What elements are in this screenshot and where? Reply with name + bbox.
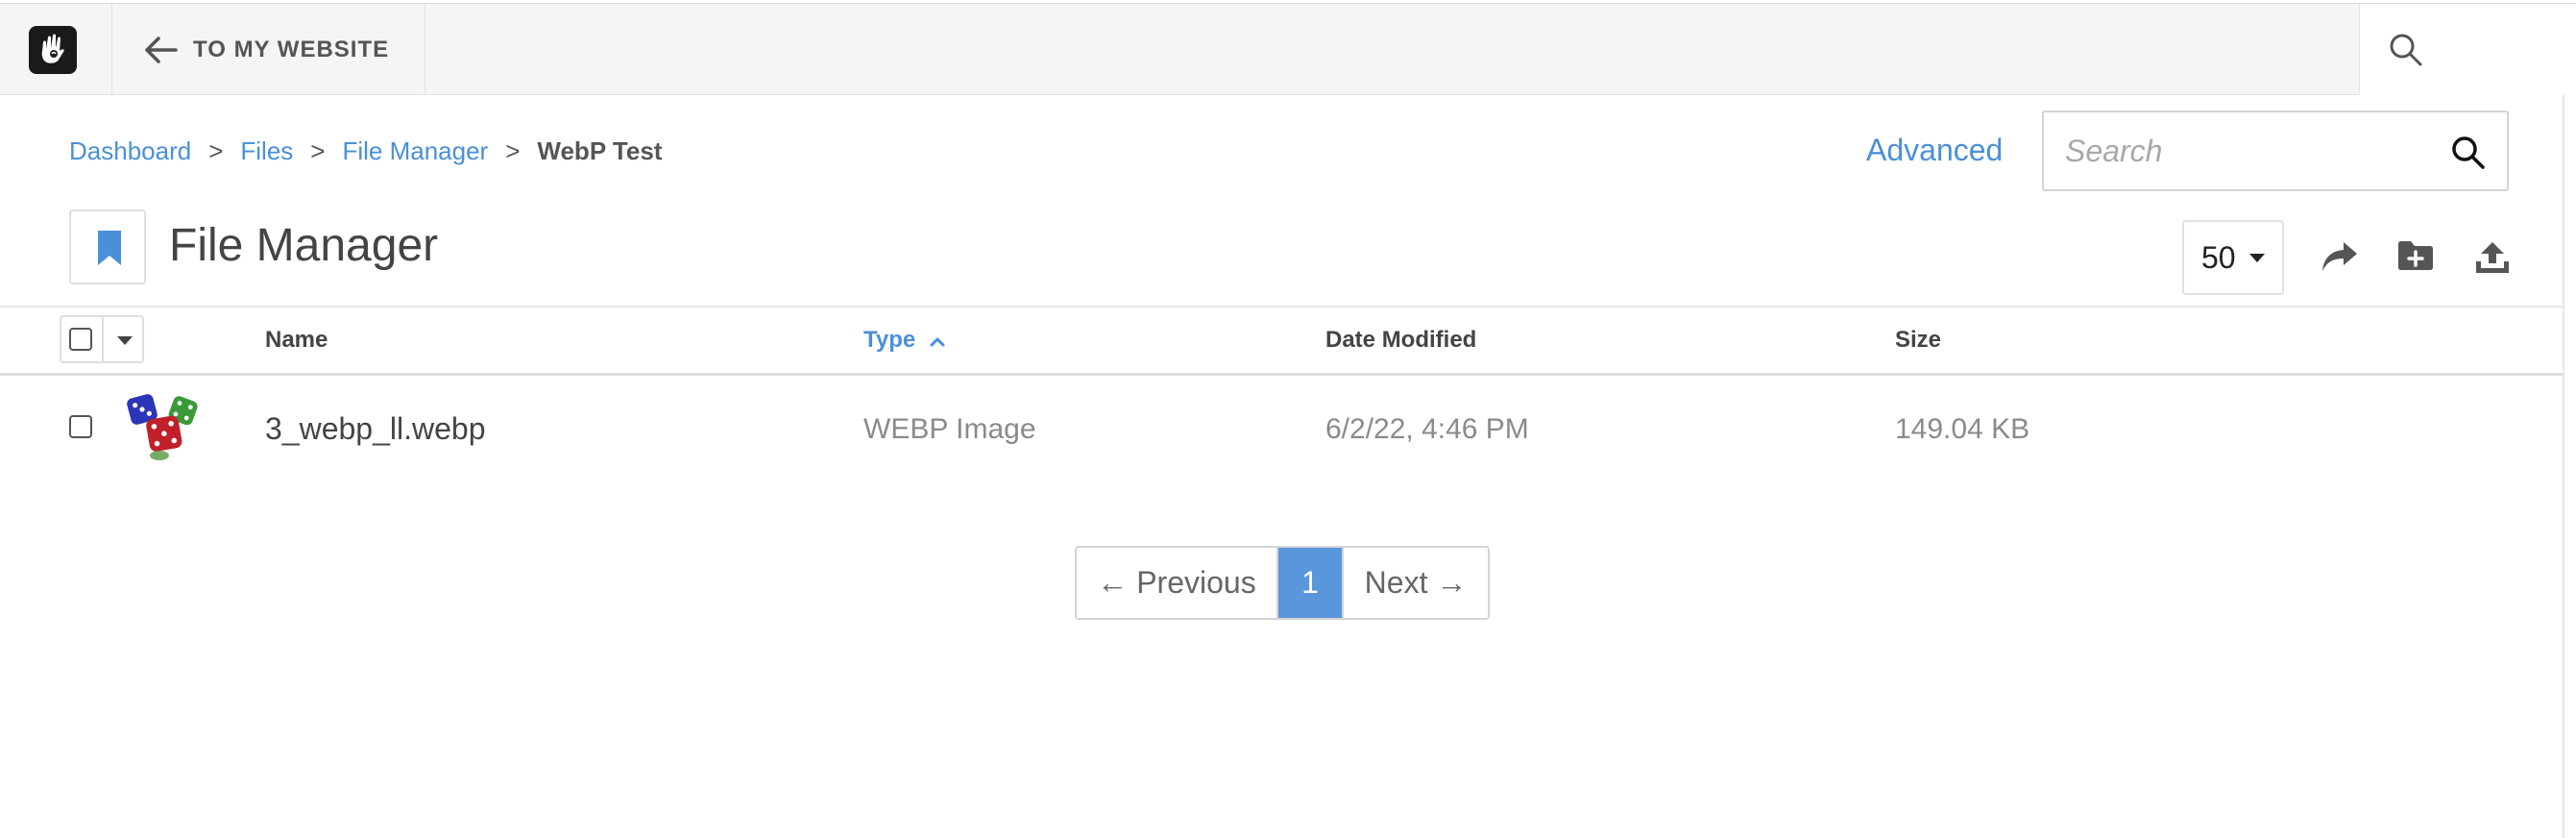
scrollbar-track[interactable] [2563,95,2564,838]
top-toolbar: TO MY WEBSITE [0,3,2576,95]
back-to-website-label: TO MY WEBSITE [193,36,390,62]
bookmark-icon [98,231,121,265]
next-page-button[interactable]: Next → [1342,548,1488,618]
breadcrumb-separator: > [505,136,521,165]
breadcrumb-file-manager[interactable]: File Manager [342,136,488,166]
select-all-divider [102,317,104,361]
share-icon[interactable] [2321,240,2359,273]
pagination: ← Previous 1 Next → [1075,546,1490,620]
breadcrumb-separator: > [310,136,326,165]
logo-cell[interactable] [0,4,112,95]
page-title: File Manager [169,220,439,271]
table-header-border [0,373,2563,376]
search-box [2042,111,2509,191]
chevron-down-icon[interactable] [117,336,133,345]
previous-page-button[interactable]: ← Previous [1077,548,1278,618]
file-name[interactable]: 3_webp_ll.webp [265,411,486,447]
bookmark-button[interactable] [69,210,146,284]
select-all-group [60,315,144,363]
back-arrow-icon [145,36,178,63]
chevron-up-icon [930,337,945,347]
new-folder-icon[interactable] [2397,240,2434,271]
search-icon [2390,34,2422,66]
file-thumbnail-dice[interactable] [123,388,204,461]
back-to-website-link[interactable]: TO MY WEBSITE [112,4,425,95]
search-icon[interactable] [2449,134,2488,172]
column-header-size[interactable]: Size [1895,327,1941,354]
upload-icon[interactable] [2474,240,2511,275]
page-1-button[interactable]: 1 [1278,548,1342,618]
file-type: WEBP Image [863,413,1036,445]
file-size: 149.04 KB [1895,413,2030,445]
search-input[interactable] [2065,130,2430,172]
column-header-date-modified[interactable]: Date Modified [1325,327,1476,354]
breadcrumb-current: WebP Test [537,136,663,165]
breadcrumb-separator: > [208,136,224,165]
table-top-border [0,306,2563,308]
column-header-type[interactable]: Type [863,327,946,354]
items-per-page-select[interactable]: 50 [2182,220,2284,295]
chevron-down-icon [2248,253,2265,262]
items-per-page-value: 50 [2201,239,2236,275]
column-header-name[interactable]: Name [265,327,328,354]
advanced-search-link[interactable]: Advanced [1866,133,2003,168]
select-all-checkbox[interactable] [69,328,92,351]
breadcrumb: Dashboard > Files > File Manager > WebP … [69,136,662,166]
column-header-type-label: Type [863,327,916,353]
breadcrumb-dashboard[interactable]: Dashboard [69,136,191,166]
file-date-modified: 6/2/22, 4:46 PM [1325,413,1529,445]
toolbar-search-button[interactable] [2359,4,2576,95]
breadcrumb-files[interactable]: Files [240,136,293,166]
row-checkbox[interactable] [69,415,92,438]
concrete-logo-icon[interactable] [29,26,77,74]
